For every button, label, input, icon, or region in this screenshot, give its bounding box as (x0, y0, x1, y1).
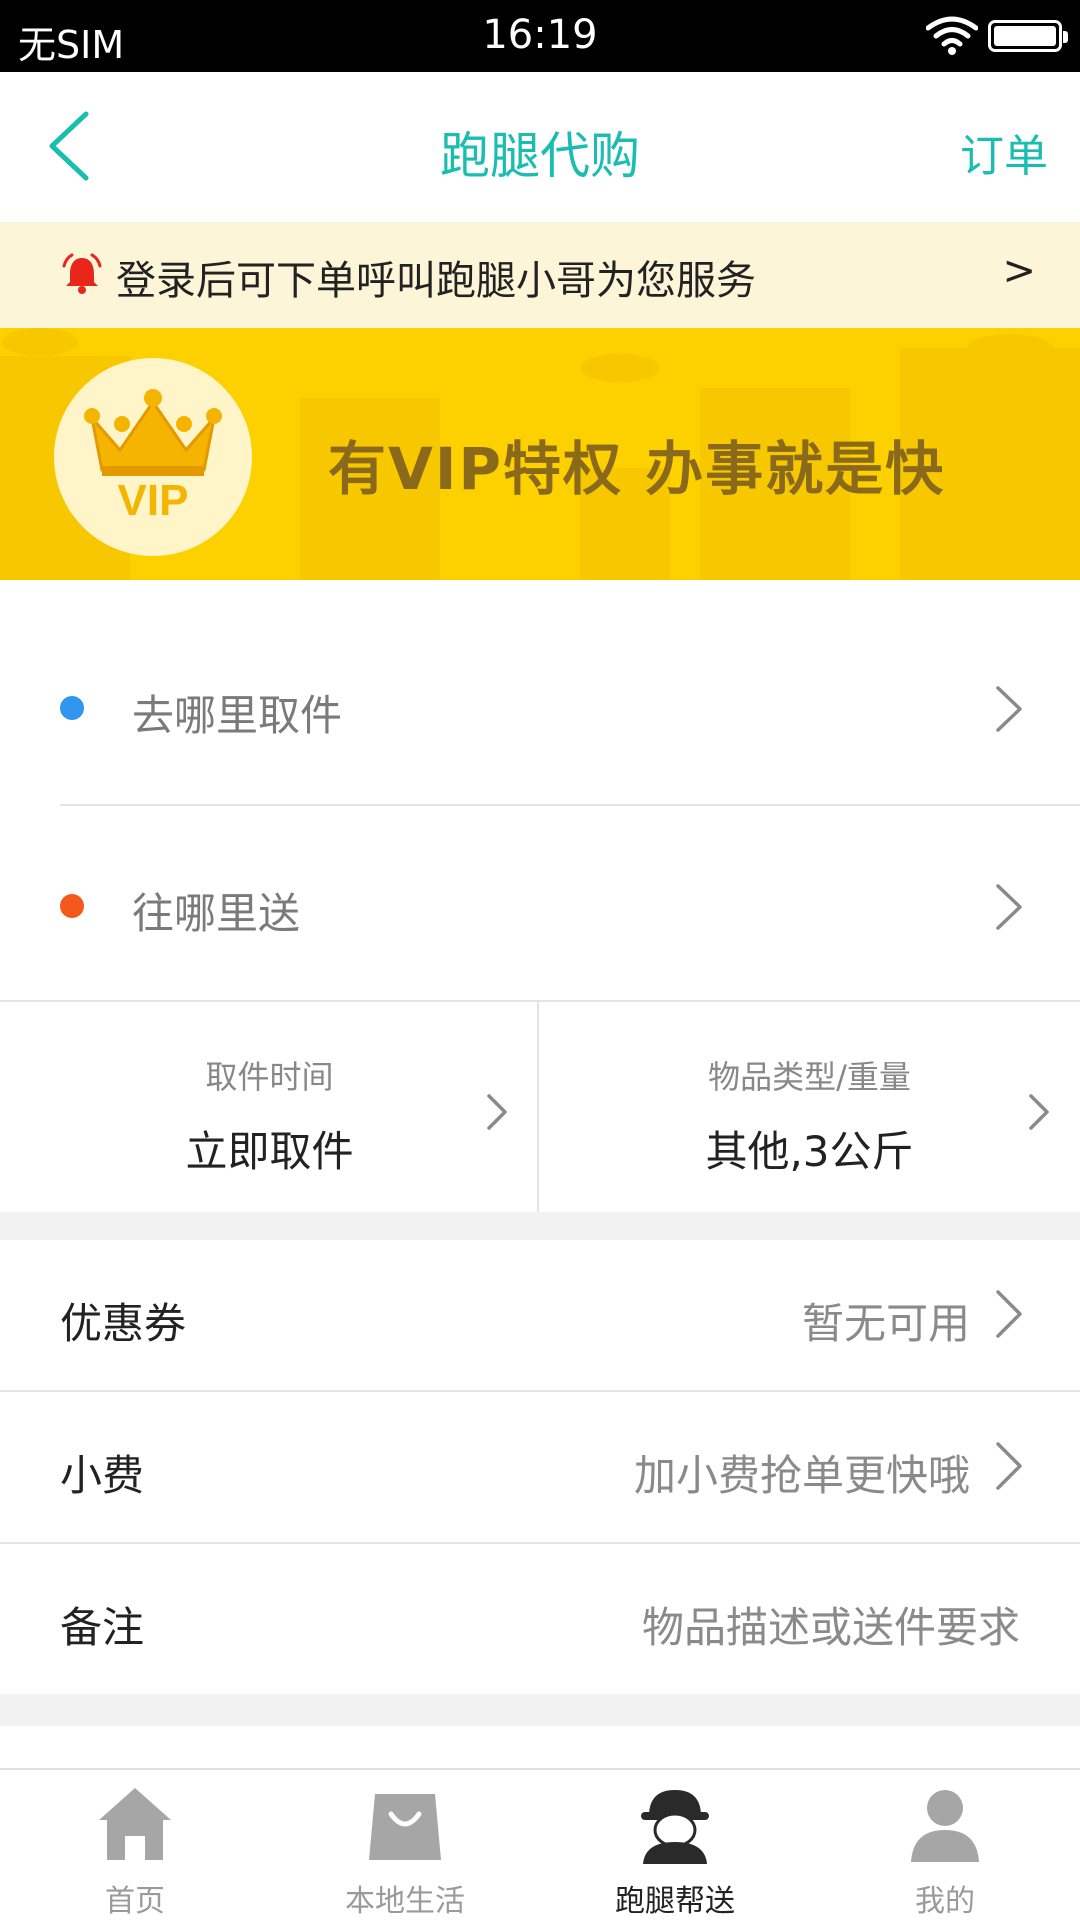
chevron-right-icon (1029, 1094, 1049, 1130)
chevron-right-icon (996, 686, 1022, 732)
bottom-tab-bar: 首页 本地生活 跑腿帮送 我的 (0, 1768, 1080, 1920)
chevron-right-icon (996, 1290, 1022, 1338)
home-icon (99, 1788, 171, 1860)
item-type-value: 其他,3公斤 (705, 1127, 914, 1176)
delivery-address-row[interactable]: 往哪里送 (0, 806, 1080, 1002)
shopping-bag-icon (369, 1794, 441, 1860)
user-icon (911, 1790, 979, 1862)
status-bar: 无SIM 16:19 (0, 0, 1080, 72)
tab-profile-label: 我的 (915, 1884, 975, 1919)
courier-icon (641, 1790, 709, 1864)
chevron-right-icon (487, 1094, 507, 1130)
wifi-icon (926, 16, 978, 55)
note-row[interactable]: 备注 物品描述或送件要求 (0, 1544, 1080, 1694)
chevron-right-icon (996, 1442, 1022, 1490)
pickup-options-row: 取件时间 立即取件 物品类型/重量 其他,3公斤 (0, 1000, 1080, 1212)
notice-arrow: > (1002, 248, 1036, 294)
pickup-dot-icon (60, 696, 84, 720)
note-input[interactable]: 物品描述或送件要求 (642, 1594, 1020, 1655)
clock: 16:19 (482, 12, 598, 58)
tab-home[interactable]: 首页 (0, 1770, 270, 1920)
bell-icon (62, 253, 102, 294)
chevron-right-icon (996, 884, 1022, 930)
tab-local-life-label: 本地生活 (345, 1884, 465, 1919)
pickup-address-row[interactable]: 去哪里取件 (0, 608, 1080, 804)
vip-banner[interactable]: VIP 有VIP特权 办事就是快 (0, 328, 1080, 580)
pickup-time-value: 立即取件 (185, 1127, 354, 1176)
vip-badge-label: VIP (117, 476, 189, 525)
notice-text: 登录后可下单呼叫跑腿小哥为您服务 (116, 258, 756, 304)
tip-value: 加小费抢单更快哦 (633, 1451, 970, 1500)
item-type-selector[interactable]: 物品类型/重量 其他,3公斤 (540, 1002, 1079, 1212)
battery-icon (988, 20, 1068, 52)
crown-icon (84, 389, 222, 476)
coupon-row[interactable]: 优惠券 暂无可用 (0, 1240, 1080, 1390)
tab-profile[interactable]: 我的 (810, 1770, 1080, 1920)
section-gap (0, 1212, 1080, 1240)
orders-button[interactable]: 订单 (960, 120, 1048, 184)
pickup-time-selector[interactable]: 取件时间 立即取件 (0, 1002, 539, 1212)
tab-local-life[interactable]: 本地生活 (270, 1770, 540, 1920)
delivery-address-placeholder: 往哪里送 (132, 889, 301, 938)
delivery-dot-icon (60, 894, 84, 918)
login-notice-bar[interactable]: 登录后可下单呼叫跑腿小哥为您服务 > (0, 222, 1080, 328)
tab-home-label: 首页 (105, 1884, 165, 1919)
item-type-caption: 物品类型/重量 (708, 1058, 911, 1096)
tab-errand-label: 跑腿帮送 (615, 1884, 735, 1919)
tip-row[interactable]: 小费 加小费抢单更快哦 (0, 1392, 1080, 1542)
coupon-value: 暂无可用 (801, 1299, 970, 1348)
vip-badge: VIP (54, 358, 252, 556)
section-gap (0, 1694, 1080, 1726)
tab-errand[interactable]: 跑腿帮送 (540, 1770, 810, 1920)
coupon-label: 优惠券 (60, 1299, 187, 1348)
pickup-address-placeholder: 去哪里取件 (132, 691, 343, 740)
tip-label: 小费 (60, 1451, 145, 1500)
page-title: 跑腿代购 (440, 127, 640, 185)
note-label: 备注 (60, 1603, 145, 1652)
nav-bar: 跑腿代购 订单 (0, 72, 1080, 222)
vip-slogan: 有VIP特权 办事就是快 (328, 435, 946, 503)
pickup-time-caption: 取件时间 (205, 1058, 334, 1096)
